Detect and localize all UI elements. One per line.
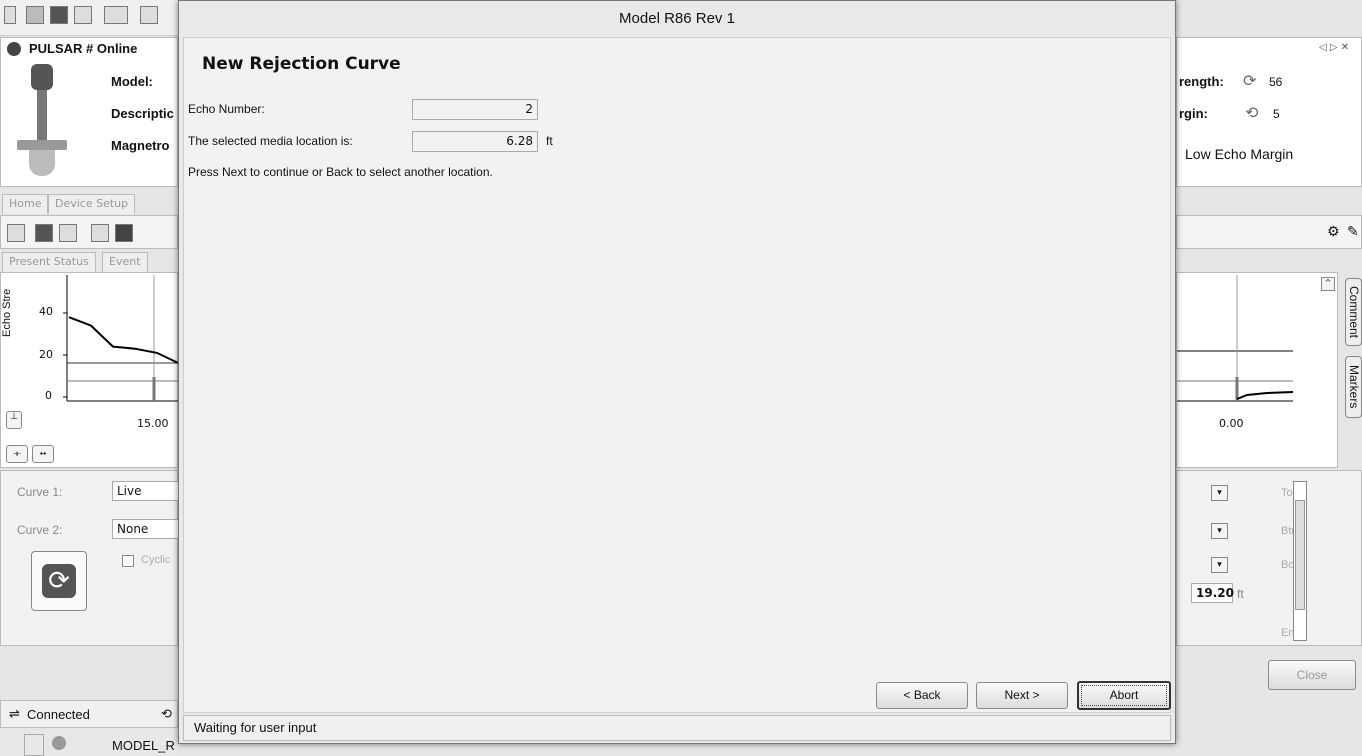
chart-toolbar	[0, 215, 178, 249]
curve-settings: Curve 1: Live Curve 2: None ⟳ Cyclic	[0, 470, 182, 646]
device-title: PULSAR # Online	[29, 41, 138, 56]
curve1-label: Curve 1:	[17, 485, 63, 499]
dropdown-1[interactable]: ▾	[1211, 485, 1228, 501]
horizontal-zoom-button[interactable]: ⟛	[6, 445, 28, 463]
status-bar-left: ⇌ Connected ⟲	[0, 700, 178, 728]
cyclic-checkbox[interactable]	[122, 555, 134, 567]
echo-chart-panel: Echo Stre 40 20 0 15.00 ⊥ ⟛ ↔	[0, 272, 179, 468]
back-button[interactable]: < Back	[876, 682, 968, 709]
dialog-instruction: Press Next to continue or Back to select…	[188, 165, 493, 179]
tab-device-setup[interactable]: Device Setup	[48, 194, 136, 214]
print-icon[interactable]	[74, 6, 92, 24]
save-icon[interactable]	[50, 6, 68, 24]
media-location-unit: ft	[546, 134, 553, 148]
connection-icon: ⇌	[9, 707, 20, 722]
new-file-icon[interactable]	[4, 6, 16, 24]
curve2-select[interactable]: None	[112, 519, 182, 539]
device-icon[interactable]	[140, 6, 158, 24]
echo-curve-plot	[63, 275, 179, 402]
vertical-zoom-button[interactable]: ⊥	[6, 411, 22, 429]
connected-label: Connected	[27, 707, 90, 722]
footer-cell	[24, 734, 44, 756]
app-toolbar	[0, 0, 178, 36]
footer-left: MODEL_R	[0, 730, 178, 756]
description-label: Descriptic	[111, 106, 174, 121]
dialog-title: Model R86 Rev 1	[619, 10, 735, 27]
close-button[interactable]: Close	[1268, 660, 1356, 690]
save-icon[interactable]	[35, 224, 53, 242]
tab-present-status[interactable]: Present Status	[2, 252, 96, 272]
cyclic-label: Cyclic	[141, 554, 171, 566]
right-echo-plot	[1177, 275, 1294, 402]
margin-icon: ⟲	[1245, 103, 1259, 122]
media-location-label: The selected media location is:	[188, 134, 353, 148]
info-icon	[52, 736, 66, 750]
device-image	[7, 60, 77, 178]
help-icon[interactable]: ⚙	[1327, 224, 1340, 240]
side-tab-comment[interactable]: Comment	[1345, 278, 1362, 346]
margin-label: rgin:	[1179, 106, 1208, 121]
strength-value: 56	[1269, 75, 1283, 89]
echo-number-field[interactable]: 2	[412, 99, 538, 120]
strength-label: rength:	[1179, 74, 1224, 89]
curve2-label: Curve 2:	[17, 523, 63, 537]
paste-icon[interactable]	[104, 6, 128, 24]
x-tick-15: 15.00	[137, 417, 169, 430]
right-value-field[interactable]: 19.20	[1191, 583, 1234, 603]
waveform-icon[interactable]	[115, 224, 133, 242]
fit-width-button[interactable]: ↔	[32, 445, 54, 463]
open-folder-icon[interactable]	[26, 6, 44, 24]
next-button[interactable]: Next >	[976, 682, 1068, 709]
magnetron-label: Magnetro	[111, 138, 170, 153]
nav-arrows[interactable]: ◁ ▷ ✕	[1319, 42, 1349, 53]
curve1-select[interactable]: Live	[112, 481, 182, 501]
sub-tab-bar: Present Status Event	[0, 250, 178, 272]
sync-icon: ⟲	[161, 707, 172, 722]
right-value-unit: ft	[1237, 587, 1244, 601]
echo-number-label: Echo Number:	[188, 102, 265, 116]
scrollbar-thumb[interactable]	[1295, 500, 1305, 610]
right-header: ◁ ▷ ✕ rength: ⟳ 56 rgin: ⟲ 5 Low Echo Ma…	[1176, 37, 1362, 187]
tab-event-log[interactable]: Event	[102, 252, 148, 272]
echo-curve-line	[68, 316, 179, 365]
margin-value: 5	[1273, 107, 1280, 121]
refresh-icon: ⟳	[42, 564, 76, 598]
main-tab-bar: Home Device Setup	[0, 188, 178, 214]
media-location-field[interactable]: 6.28	[412, 131, 538, 152]
scroll-up-button[interactable]: ^	[1321, 277, 1335, 291]
abort-button[interactable]: Abort	[1077, 681, 1171, 710]
right-label-to: To	[1281, 487, 1293, 499]
right-settings: ▾ ▾ ▾ To Btr Bo En 19.20 ft	[1176, 470, 1362, 646]
edit-icon[interactable]: ✎	[1347, 224, 1359, 240]
dialog-content: New Rejection Curve Echo Number: 2 The s…	[183, 37, 1171, 713]
rejection-curve-dialog: Model R86 Rev 1 New Rejection Curve Echo…	[178, 0, 1176, 744]
strength-icon: ⟳	[1243, 71, 1257, 90]
dropdown-3[interactable]: ▾	[1211, 557, 1228, 573]
echo-icon[interactable]	[91, 224, 109, 242]
x-tick-0: 0.00	[1219, 417, 1244, 430]
dialog-heading: New Rejection Curve	[202, 54, 401, 74]
right-chart-panel: 0.00 ^	[1176, 272, 1338, 468]
model-label: Model:	[111, 74, 153, 89]
right-toolbar: ⚙ ✎	[1176, 215, 1362, 249]
dropdown-2[interactable]: ▾	[1211, 523, 1228, 539]
right-scrollbar[interactable]	[1293, 481, 1307, 641]
dialog-status-bar: Waiting for user input	[183, 715, 1171, 741]
tab-home[interactable]: Home	[2, 194, 49, 214]
refresh-button[interactable]: ⟳	[31, 551, 87, 611]
pulsar-logo-icon	[7, 42, 21, 56]
side-tab-markers[interactable]: Markers	[1345, 356, 1362, 418]
device-header: PULSAR # Online Model: Descriptic Magnet…	[0, 37, 178, 187]
low-echo-margin: Low Echo Margin	[1185, 146, 1294, 162]
right-echo-line	[1236, 391, 1294, 400]
window-icon[interactable]	[7, 224, 25, 242]
print-icon[interactable]	[59, 224, 77, 242]
model-footer: MODEL_R	[112, 738, 175, 753]
